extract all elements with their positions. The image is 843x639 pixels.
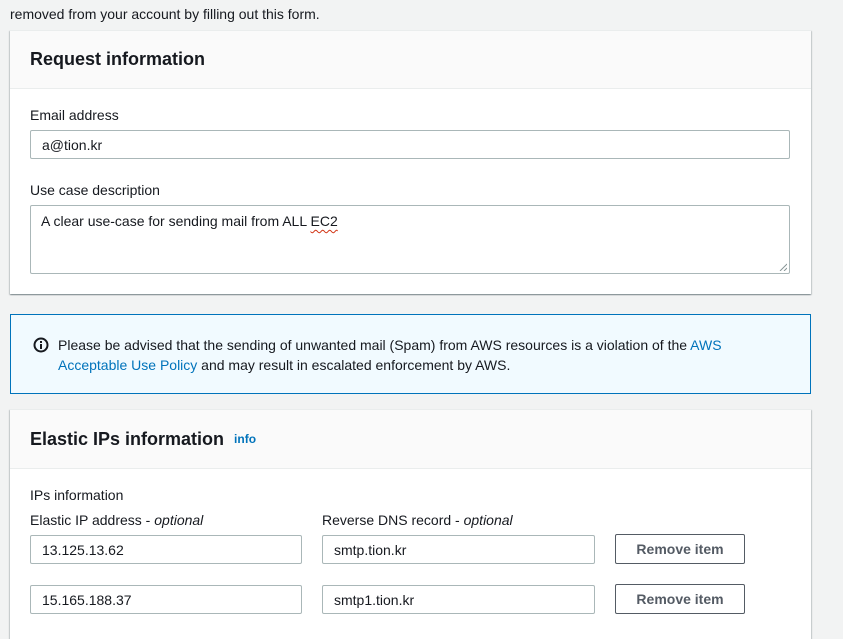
email-input[interactable]: a@tion.kr xyxy=(30,130,790,159)
alert-message: Please be advised that the sending of un… xyxy=(58,335,758,375)
elastic-ip-value: 13.125.13.62 xyxy=(42,541,124,558)
info-link[interactable]: info xyxy=(234,432,256,446)
spam-advisory-alert: Please be advised that the sending of un… xyxy=(10,314,811,394)
use-case-textarea[interactable]: A clear use-case for sending mail from A… xyxy=(30,205,790,274)
reverse-dns-input[interactable]: smtp1.tion.kr xyxy=(322,585,595,614)
request-panel-header: Request information xyxy=(10,31,811,89)
email-label: Email address xyxy=(30,107,119,123)
alert-text-before: Please be advised that the sending of un… xyxy=(58,337,691,353)
intro-text: removed from your account by filling out… xyxy=(10,6,320,22)
elastic-panel-header: Elastic IPs information info xyxy=(10,410,811,469)
elastic-ip-label-sep: - xyxy=(141,512,155,528)
request-information-panel: Request information Email address a@tion… xyxy=(10,30,811,294)
ips-information-label: IPs information xyxy=(30,487,124,503)
email-input-value: a@tion.kr xyxy=(42,136,103,153)
elastic-ip-label-text: Elastic IP address xyxy=(30,512,142,528)
elastic-ip-optional: optional xyxy=(154,512,204,528)
reverse-dns-label-text: Reverse DNS record xyxy=(322,512,452,528)
reverse-dns-value: smtp1.tion.kr xyxy=(334,591,415,608)
reverse-dns-optional: optional xyxy=(463,512,513,528)
elastic-ips-panel: Elastic IPs information info IPs informa… xyxy=(10,409,811,639)
elastic-panel-title: Elastic IPs information xyxy=(30,428,225,449)
remove-item-button[interactable]: Remove item xyxy=(615,534,745,564)
elastic-ip-input[interactable]: 13.125.13.62 xyxy=(30,535,302,564)
use-case-text: A clear use-case for sending mail from A… xyxy=(41,213,311,229)
use-case-text-flagged-word: EC2 xyxy=(310,213,338,229)
elastic-ip-label: Elastic IP address - optional xyxy=(30,512,203,528)
reverse-dns-label-sep: - xyxy=(451,512,464,528)
elastic-ip-input[interactable]: 15.165.188.37 xyxy=(30,585,302,614)
use-case-label: Use case description xyxy=(30,182,160,198)
remove-item-button[interactable]: Remove item xyxy=(615,584,745,614)
resize-grip-icon[interactable] xyxy=(779,263,787,271)
info-circle-icon xyxy=(33,337,49,353)
reverse-dns-value: smtp.tion.kr xyxy=(334,541,407,558)
elastic-ip-value: 15.165.188.37 xyxy=(42,591,132,608)
request-panel-title: Request information xyxy=(30,49,206,69)
reverse-dns-label: Reverse DNS record - optional xyxy=(322,512,513,528)
alert-text-after: and may result in escalated enforcement … xyxy=(197,357,511,373)
reverse-dns-input[interactable]: smtp.tion.kr xyxy=(322,535,595,564)
